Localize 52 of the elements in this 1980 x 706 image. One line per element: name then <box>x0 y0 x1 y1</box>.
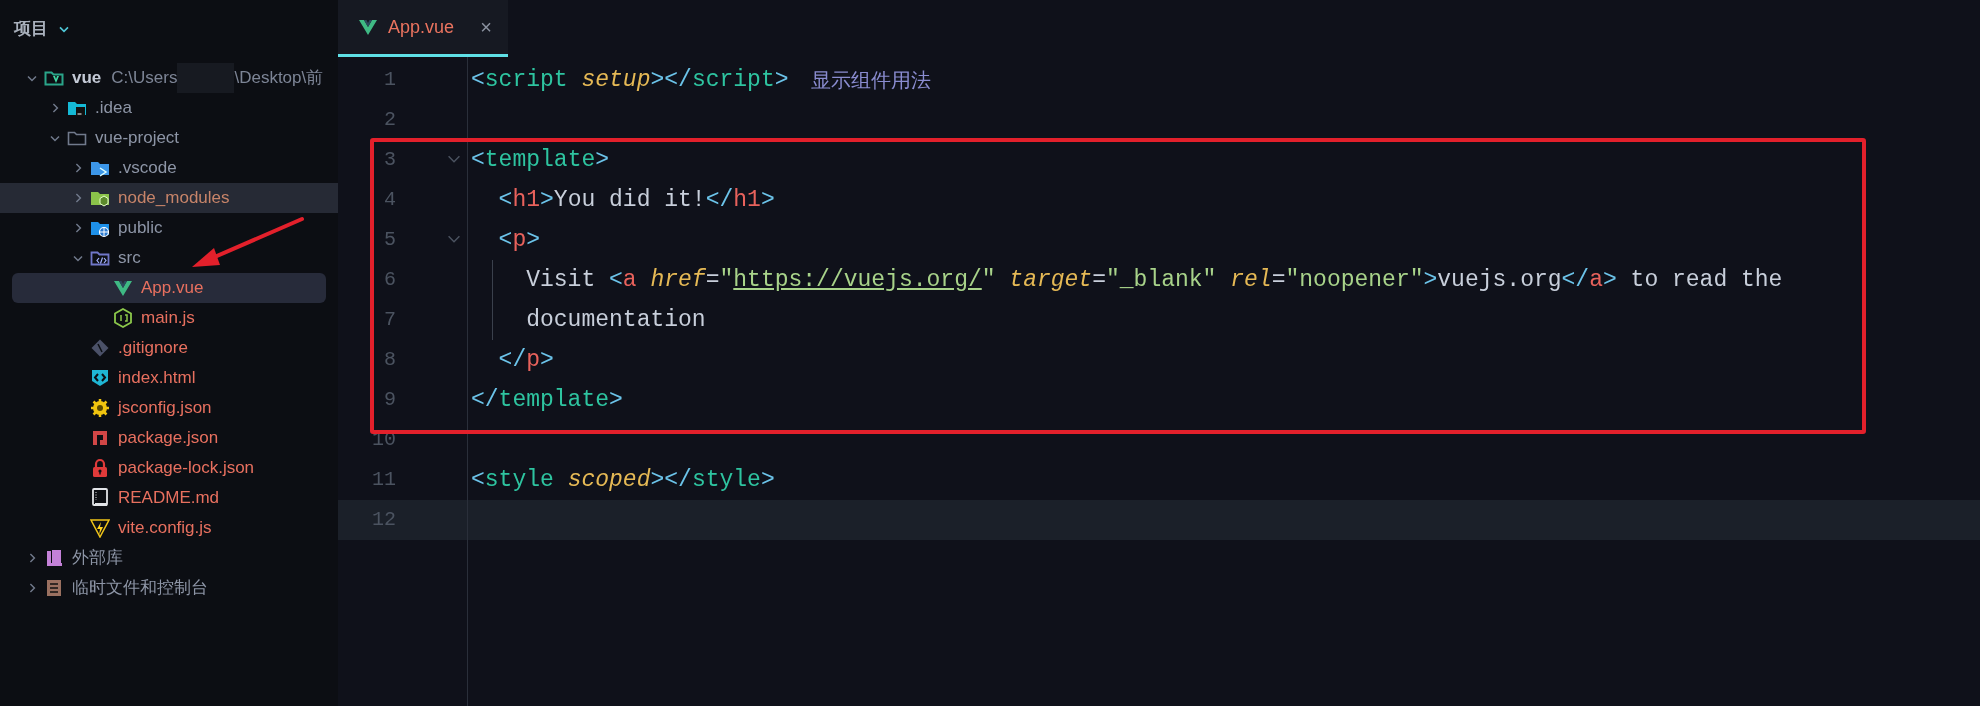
tree-item[interactable]: package.json <box>0 423 338 453</box>
line-number: 1 <box>383 67 396 93</box>
line-number: 4 <box>383 187 396 213</box>
close-button[interactable]: × <box>480 17 492 37</box>
code-line: <style scoped></style> <box>471 465 775 495</box>
tree-item[interactable]: README.md <box>0 483 338 513</box>
code-line: <script setup></script> <box>471 65 789 95</box>
code-line: <template> <box>471 145 610 175</box>
tree-item[interactable]: App.vue <box>12 273 326 303</box>
tree-item[interactable]: .idea <box>0 93 338 123</box>
square-icon <box>90 428 110 448</box>
tree-item[interactable]: .vscode <box>0 153 338 183</box>
hexagon-icon <box>113 308 133 328</box>
tree-item[interactable]: src <box>0 243 338 273</box>
tree-item[interactable]: vue-project <box>0 123 338 153</box>
project-view-dropdown[interactable]: 项目 <box>14 15 72 42</box>
book-icon <box>90 488 110 508</box>
tree-item[interactable]: main.js <box>0 303 338 333</box>
document-icon <box>44 578 64 598</box>
line-number: 11 <box>371 467 396 493</box>
tree-item[interactable]: index.html <box>0 363 338 393</box>
code-line: </p> <box>497 345 554 375</box>
tree-item[interactable]: 临时文件和控制台 <box>0 573 338 603</box>
tree-item[interactable]: .gitignore <box>0 333 338 363</box>
code-line: Visit <a href="https://vuejs.org/" target="_blank" rel="noopener">vuejs.org</a> to read the <box>525 265 1783 295</box>
tree-item[interactable]: vite.config.js <box>0 513 338 543</box>
line-number: 7 <box>383 307 396 333</box>
v-icon <box>113 278 133 298</box>
code-line: <p> <box>497 225 541 255</box>
tree-item[interactable]: 外部库 <box>0 543 338 573</box>
line-number: 8 <box>383 347 396 373</box>
line-number: 6 <box>383 267 396 293</box>
editor-tab[interactable]: App.vue × <box>338 0 508 57</box>
books-icon <box>44 548 64 568</box>
code-line: <h1>You did it!</h1> <box>497 185 775 215</box>
lightning-icon <box>90 518 110 538</box>
line-number: 3 <box>383 147 396 173</box>
gear-icon <box>90 398 110 418</box>
code-shield-icon <box>90 368 110 388</box>
code-hint: 显示组件用法 <box>810 68 931 93</box>
tree-item[interactable]: package-lock.json <box>0 453 338 483</box>
line-number: 5 <box>383 227 396 253</box>
v-icon <box>358 17 378 37</box>
tree-item[interactable]: vue C:\Users \Desktop\前 <box>0 63 338 93</box>
code-line: </template> <box>471 385 623 415</box>
tree-item[interactable]: node_modules <box>0 183 338 213</box>
line-number: 2 <box>383 107 396 133</box>
tree-item[interactable]: public <box>0 213 338 243</box>
lock-icon <box>90 458 110 478</box>
code-line: documentation <box>525 305 706 335</box>
tree-item[interactable]: jsconfig.json <box>0 393 338 423</box>
line-number: 9 <box>383 387 396 413</box>
